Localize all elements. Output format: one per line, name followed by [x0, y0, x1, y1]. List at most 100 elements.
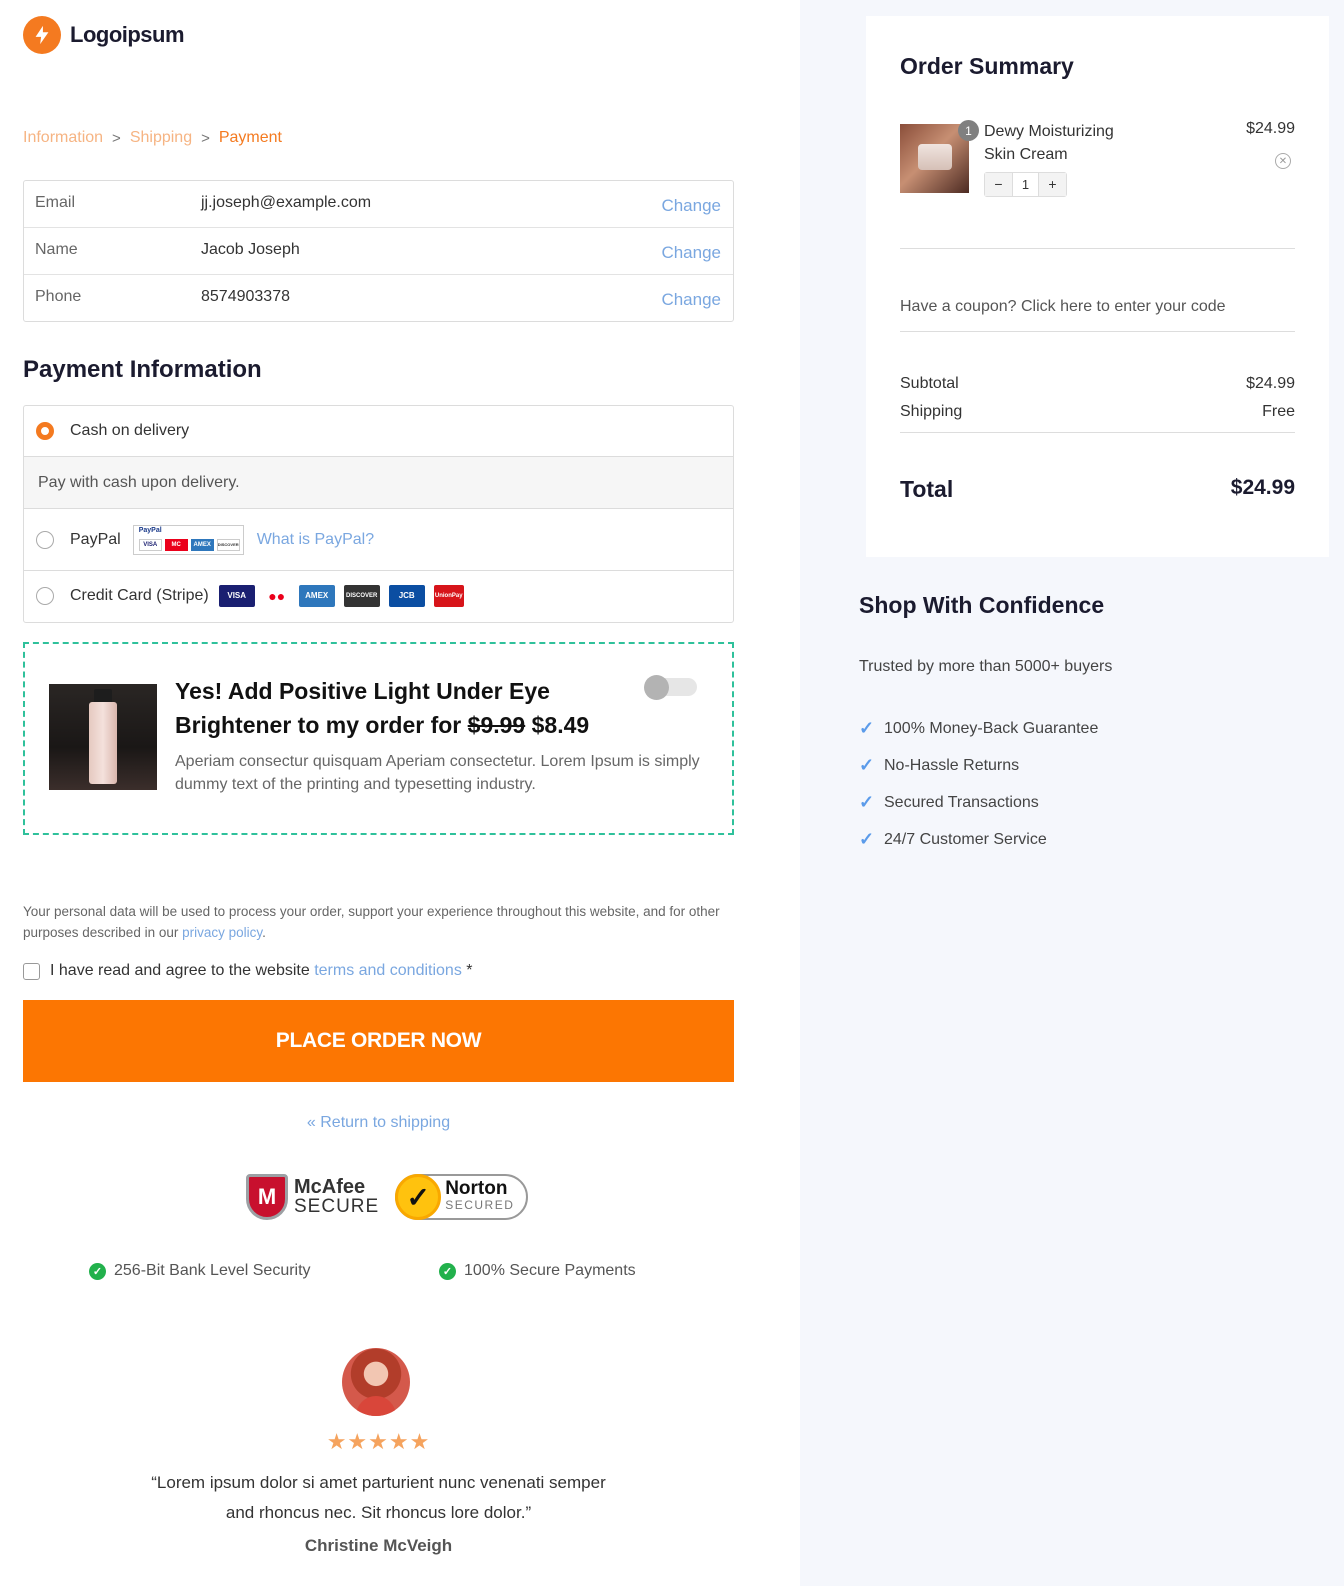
return-to-shipping-link[interactable]: « Return to shipping — [0, 1114, 757, 1132]
remove-item-icon[interactable]: ✕ — [1275, 153, 1291, 169]
upsell-old-price: $9.99 — [467, 712, 526, 738]
info-label: Email — [35, 194, 76, 211]
change-email-link[interactable]: Change — [661, 196, 721, 216]
shipping-value: Free — [1262, 403, 1295, 420]
toggle-knob — [644, 675, 669, 700]
check-icon: ✓ — [859, 829, 875, 849]
divider — [900, 432, 1295, 433]
chevron-right-icon: > — [112, 129, 121, 147]
quantity-stepper: − 1 + — [984, 172, 1067, 197]
paypal-cards-image: PayPal VISA MC AMEX DISCOVER — [132, 524, 244, 555]
privacy-end: . — [262, 925, 266, 940]
jcb-icon: JCB — [388, 584, 425, 607]
upsell-description: Aperiam consectur quisquam Aperiam conse… — [175, 753, 700, 793]
decrease-quantity-button[interactable]: − — [985, 173, 1012, 196]
shipping-label: Shipping — [900, 403, 963, 420]
confidence-subtitle: Trusted by more than 5000+ buyers — [859, 658, 1113, 675]
info-row-email: Email jj.joseph@example.com Change — [24, 181, 733, 228]
cod-description: Pay with cash upon delivery. — [24, 457, 733, 509]
card-radio[interactable] — [36, 586, 54, 605]
info-value: Jacob Joseph — [201, 241, 300, 258]
confidence-title: Shop With Confidence — [859, 592, 1105, 618]
rating-stars: ★★★★★ — [326, 1429, 431, 1454]
visa-icon: VISA — [218, 584, 255, 607]
checkout-main: Logoipsum Information > Shipping > Payme… — [0, 0, 800, 1586]
mcafee-shield-icon: M — [246, 1174, 288, 1220]
security-feature-2: ✓ 100% Secure Payments — [439, 1262, 636, 1280]
check-icon: ✓ — [859, 792, 875, 812]
logo[interactable]: Logoipsum — [23, 16, 185, 54]
breadcrumb-shipping[interactable]: Shipping — [130, 129, 192, 147]
quantity-value[interactable]: 1 — [1012, 173, 1039, 196]
what-is-paypal-link[interactable]: What is PayPal? — [257, 531, 374, 549]
list-item: ✓ 24/7 Customer Service — [859, 821, 1098, 858]
subtotal-value: $24.99 — [1246, 375, 1295, 392]
coupon-link[interactable]: Have a coupon? Click here to enter your … — [900, 298, 1226, 316]
privacy-notice: Your personal data will be used to proce… — [23, 901, 734, 943]
visa-icon: VISA — [138, 538, 162, 551]
upsell-product-image — [49, 684, 157, 790]
upsell-toggle[interactable] — [644, 675, 697, 700]
info-value: 8574903378 — [201, 288, 290, 305]
paypal-radio[interactable] — [36, 530, 54, 549]
paypal-badge: PayPal — [138, 526, 162, 534]
amex-icon: AMEX — [190, 538, 214, 551]
list-item: ✓ 100% Money-Back Guarantee — [859, 710, 1098, 747]
order-summary-title: Order Summary — [900, 53, 1074, 79]
change-phone-link[interactable]: Change — [661, 290, 721, 310]
security-feature-1: ✓ 256-Bit Bank Level Security — [89, 1262, 311, 1280]
divider — [900, 248, 1295, 249]
payment-option-cod[interactable]: Cash on delivery — [24, 406, 733, 457]
info-row-phone: Phone 8574903378 Change — [24, 275, 733, 322]
total-value: $24.99 — [1230, 476, 1295, 499]
quantity-badge: 1 — [958, 120, 979, 141]
trust-badges: M McAfee SECURE ✓ Norton SECURED — [246, 1174, 529, 1220]
place-order-button[interactable]: PLACE ORDER NOW — [23, 1000, 734, 1082]
paypal-label: PayPal — [70, 530, 121, 548]
check-circle-icon: ✓ — [439, 1262, 456, 1280]
amex-icon: AMEX — [298, 584, 335, 607]
list-item: ✓ Secured Transactions — [859, 784, 1098, 821]
payment-option-paypal[interactable]: PayPal PayPal VISA MC AMEX DISCOVER What… — [24, 509, 733, 571]
check-icon: ✓ — [859, 718, 875, 738]
info-label: Phone — [35, 288, 82, 305]
required-mark: * — [466, 962, 473, 979]
privacy-text: Your personal data will be used to proce… — [23, 904, 720, 940]
norton-check-icon: ✓ — [395, 1174, 442, 1220]
discover-icon: DISCOVER — [343, 584, 380, 607]
list-item: ✓ No-Hassle Returns — [859, 747, 1098, 784]
card-brand-logos: VISA ●● AMEX DISCOVER JCB UnionPay — [218, 584, 464, 607]
breadcrumb-payment: Payment — [218, 129, 282, 146]
discover-icon: DISCOVER — [216, 538, 240, 551]
change-name-link[interactable]: Change — [661, 243, 721, 263]
mastercard-icon: MC — [164, 538, 188, 551]
confidence-item-text: 24/7 Customer Service — [884, 830, 1047, 848]
security-feature-text: 256-Bit Bank Level Security — [114, 1262, 311, 1279]
info-label: Name — [35, 241, 78, 258]
cod-radio[interactable] — [36, 422, 54, 440]
norton-name: Norton — [445, 1178, 508, 1199]
logo-text: Logoipsum — [70, 22, 185, 47]
check-icon: ✓ — [859, 755, 875, 775]
payment-option-card[interactable]: Credit Card (Stripe) VISA ●● AMEX DISCOV… — [24, 571, 733, 620]
terms-link[interactable]: terms and conditions — [314, 962, 462, 980]
privacy-policy-link[interactable]: privacy policy — [182, 925, 262, 940]
terms-agreement: I have read and agree to the website ter… — [23, 962, 473, 980]
breadcrumb-information[interactable]: Information — [23, 129, 103, 147]
upsell-title: Yes! Add Positive Light Under Eye Bright… — [175, 674, 635, 742]
info-row-name: Name Jacob Joseph Change — [24, 228, 733, 275]
bolt-icon — [23, 16, 61, 54]
norton-secured: SECURED — [445, 1198, 515, 1212]
payment-methods: Cash on delivery Pay with cash upon deli… — [23, 405, 734, 623]
subtotal-label: Subtotal — [900, 375, 959, 392]
cod-label: Cash on delivery — [70, 422, 190, 439]
terms-checkbox[interactable] — [23, 962, 40, 980]
confidence-item-text: No-Hassle Returns — [884, 756, 1020, 774]
unionpay-icon: UnionPay — [433, 584, 464, 607]
increase-quantity-button[interactable]: + — [1039, 173, 1066, 196]
customer-info-table: Email jj.joseph@example.com Change Name … — [23, 180, 734, 322]
testimonial-quote: “Lorem ipsum dolor si amet parturient nu… — [151, 1473, 606, 1522]
info-value: jj.joseph@example.com — [201, 194, 372, 211]
chevron-right-icon: > — [201, 129, 210, 147]
payment-title: Payment Information — [23, 356, 262, 383]
